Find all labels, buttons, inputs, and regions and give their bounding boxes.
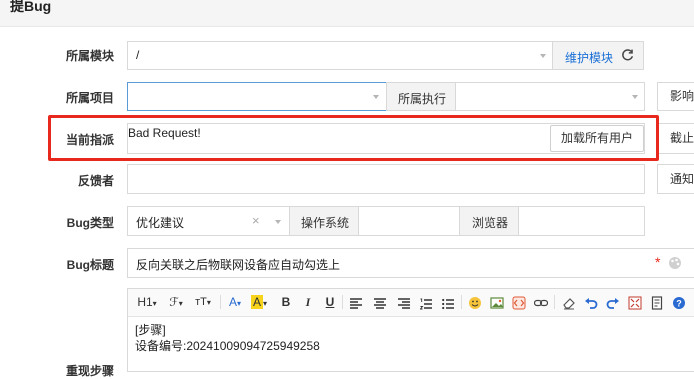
toolbar-divider bbox=[461, 295, 462, 309]
deadline-label: 截止日期 bbox=[657, 123, 694, 154]
bug-title-value: 反向关联之后物联网设备应自动勾选上 bbox=[136, 258, 341, 272]
bugtitle-label: Bug标题 bbox=[66, 258, 114, 272]
bug-type-value: 优化建议 bbox=[136, 216, 185, 230]
bug-type-select[interactable]: 优化建议 × bbox=[127, 206, 290, 236]
bug-title-input[interactable]: 反向关联之后物联网设备应自动勾选上 * bbox=[127, 248, 694, 278]
toolbar-divider bbox=[554, 295, 555, 309]
feedback-label: 反馈者 bbox=[77, 174, 114, 188]
feedback-input[interactable] bbox=[127, 164, 645, 194]
bold-icon[interactable]: B bbox=[280, 294, 292, 310]
notify-email-label: 通知邮件 bbox=[657, 164, 694, 194]
page-title: 提Bug bbox=[10, 0, 52, 14]
module-value: / bbox=[136, 48, 140, 62]
editor-toolbar: H1▾ ℱ▾ тT▾ A▾ A ▾ B I U ? bbox=[128, 289, 694, 317]
execution-label: 所属执行 bbox=[398, 92, 447, 106]
align-center-icon[interactable] bbox=[374, 296, 386, 312]
project-label: 所属项目 bbox=[65, 91, 114, 105]
font-color-icon[interactable]: A▾ bbox=[226, 294, 244, 310]
os-addon: 操作系统 bbox=[289, 206, 359, 236]
chevron-down-icon bbox=[275, 220, 281, 224]
font-family-button[interactable]: ℱ▾ bbox=[166, 294, 186, 310]
chevron-down-icon bbox=[632, 95, 638, 99]
highlight-annotation bbox=[48, 115, 659, 161]
redo-icon[interactable] bbox=[606, 295, 620, 311]
module-label: 所属模块 bbox=[65, 49, 114, 63]
align-left-icon[interactable] bbox=[350, 296, 362, 312]
refresh-icon[interactable] bbox=[621, 49, 634, 62]
ordered-list-icon[interactable] bbox=[420, 296, 432, 312]
undo-icon[interactable] bbox=[584, 295, 598, 311]
italic-icon[interactable]: I bbox=[302, 294, 314, 310]
emoji-icon[interactable] bbox=[468, 295, 482, 311]
required-mark: * bbox=[655, 254, 661, 270]
code-icon[interactable] bbox=[512, 295, 526, 311]
clear-icon[interactable]: × bbox=[252, 213, 260, 228]
module-select[interactable]: / bbox=[127, 41, 553, 70]
steps-content[interactable]: [步骤] 设备编号:20241009094725949258 bbox=[135, 322, 320, 354]
link-icon[interactable] bbox=[534, 295, 548, 311]
fullscreen-icon[interactable] bbox=[628, 295, 642, 311]
top-bar: 提Bug bbox=[0, 0, 694, 27]
steps-line: [步骤] bbox=[135, 323, 166, 337]
project-select[interactable] bbox=[127, 82, 387, 111]
align-right-icon[interactable] bbox=[398, 296, 410, 312]
toolbar-divider bbox=[342, 295, 343, 309]
execution-addon: 所属执行 bbox=[386, 82, 456, 111]
toolbar-divider bbox=[220, 295, 221, 309]
steps-label: 重现步骤 bbox=[65, 364, 114, 378]
color-picker-icon[interactable] bbox=[668, 256, 682, 270]
chevron-down-icon bbox=[540, 54, 546, 58]
svg-text:?: ? bbox=[676, 299, 682, 309]
maintain-module-link[interactable]: 维护模块 bbox=[565, 49, 613, 66]
font-size-button[interactable]: тT▾ bbox=[192, 294, 214, 310]
browser-select[interactable] bbox=[518, 206, 645, 236]
affect-version-label: 影响版本 bbox=[657, 82, 694, 111]
execution-select[interactable] bbox=[455, 82, 645, 111]
type-label: Bug类型 bbox=[66, 216, 114, 230]
eraser-icon[interactable] bbox=[562, 295, 576, 311]
highlight-color-icon[interactable]: A ▾ bbox=[250, 294, 268, 310]
chevron-down-icon bbox=[373, 95, 379, 99]
underline-icon[interactable]: U bbox=[324, 294, 336, 310]
os-label: 操作系统 bbox=[301, 216, 350, 230]
steps-line: 设备编号:20241009094725949258 bbox=[135, 339, 320, 353]
unordered-list-icon[interactable] bbox=[442, 296, 454, 312]
help-icon[interactable]: ? bbox=[672, 295, 686, 311]
os-select[interactable] bbox=[358, 206, 460, 236]
maintain-module-addon: 维护模块 bbox=[552, 41, 644, 70]
image-icon[interactable] bbox=[490, 295, 504, 311]
browser-label: 浏览器 bbox=[472, 216, 509, 230]
browser-addon: 浏览器 bbox=[459, 206, 519, 236]
template-icon[interactable] bbox=[650, 295, 664, 311]
steps-editor[interactable]: H1▾ ℱ▾ тT▾ A▾ A ▾ B I U ? [步骤] 设备编号:20241… bbox=[127, 288, 694, 372]
heading-button[interactable]: H1▾ bbox=[136, 294, 158, 310]
